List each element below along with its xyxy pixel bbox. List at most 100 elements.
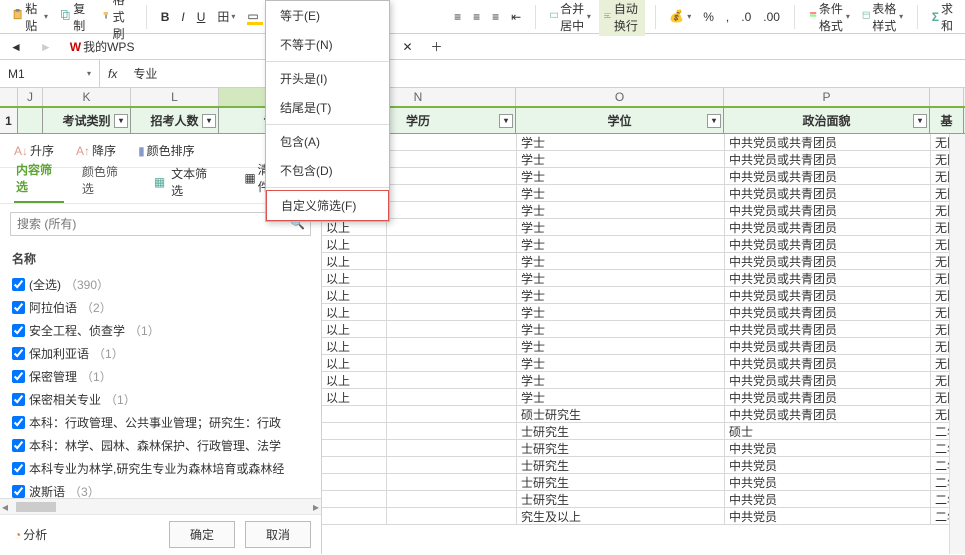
cancel-button[interactable]: 取消	[245, 521, 311, 548]
cell-o[interactable]: 学士	[517, 168, 725, 184]
table-row[interactable]: 士研究生中共党员二年	[322, 491, 965, 508]
table-row[interactable]: 究生及以上中共党员二年	[322, 508, 965, 525]
cell-n[interactable]	[322, 508, 387, 524]
checkbox[interactable]	[12, 324, 25, 337]
checkbox[interactable]	[12, 301, 25, 314]
menu-ends-with[interactable]: 结尾是(T)	[266, 93, 389, 122]
menu-equals[interactable]: 等于(E)	[266, 1, 389, 30]
cell-o[interactable]: 学士	[517, 287, 725, 303]
sum-button[interactable]: Σ 求和	[928, 0, 957, 36]
cell-p[interactable]: 中共党员或共青团员	[725, 304, 931, 320]
cell-n2[interactable]	[387, 236, 517, 252]
menu-begins-with[interactable]: 开头是(I)	[266, 64, 389, 93]
cell-n2[interactable]	[387, 355, 517, 371]
cell-n[interactable]: 以上	[322, 372, 387, 388]
cell-p[interactable]: 中共党员或共青团员	[725, 406, 931, 422]
tab-color-filter[interactable]: 颜色筛选	[80, 157, 130, 203]
cell-n2[interactable]	[387, 270, 517, 286]
cell-n[interactable]	[322, 440, 387, 456]
cell-n[interactable]: 以上	[322, 338, 387, 354]
menu-not-equals[interactable]: 不等于(N)	[266, 30, 389, 59]
cond-format-button[interactable]: 条件格式▾	[805, 0, 854, 36]
cell-n2[interactable]	[387, 168, 517, 184]
scroll-right-icon[interactable]: ▸	[313, 500, 319, 514]
percent-button[interactable]: %	[699, 8, 718, 26]
auto-wrap-button[interactable]: 自动换行	[599, 0, 645, 36]
merge-center-button[interactable]: 合并居中▾	[546, 0, 595, 36]
cell-o[interactable]: 学士	[517, 134, 725, 150]
col-header-q[interactable]	[930, 88, 964, 106]
filter-item[interactable]: 本科专业为林学,研究生专业为森林培育或森林经	[8, 457, 313, 480]
cell-n2[interactable]	[387, 406, 517, 422]
cell-o[interactable]: 学士	[517, 236, 725, 252]
table-row[interactable]: 士研究生中共党员二年	[322, 457, 965, 474]
table-row[interactable]: 学士中共党员或共青团员无限	[322, 134, 965, 151]
table-row[interactable]: 以上学士中共党员或共青团员无限	[322, 304, 965, 321]
filter-item[interactable]: 保密相关专业（1）	[8, 388, 313, 411]
cell-o[interactable]: 士研究生	[517, 440, 725, 456]
table-row[interactable]: 以上学士中共党员或共青团员无限	[322, 236, 965, 253]
cell-n2[interactable]	[387, 321, 517, 337]
cell-n2[interactable]	[387, 151, 517, 167]
cell-p[interactable]: 中共党员或共青团员	[725, 270, 931, 286]
fx-button[interactable]: fx	[100, 67, 125, 81]
filter-dropdown-p[interactable]: ▾	[913, 114, 927, 128]
table-row[interactable]: 以上学士中共党员或共青团员无限	[322, 270, 965, 287]
checkbox-select-all[interactable]	[12, 278, 25, 291]
ok-button[interactable]: 确定	[169, 521, 235, 548]
cell-n2[interactable]	[387, 491, 517, 507]
cell-n[interactable]	[322, 491, 387, 507]
cell-o[interactable]: 士研究生	[517, 474, 725, 490]
cell-o[interactable]: 学士	[517, 185, 725, 201]
cell-p[interactable]: 中共党员或共青团员	[725, 321, 931, 337]
cell-n[interactable]	[322, 457, 387, 473]
filter-dropdown-n[interactable]: ▾	[499, 114, 513, 128]
text-filter-button[interactable]: ▦ 文本筛选	[146, 161, 225, 203]
cell-n[interactable]: 以上	[322, 287, 387, 303]
filter-item-select-all[interactable]: (全选)（390）	[8, 273, 313, 296]
cell-n2[interactable]	[387, 287, 517, 303]
filter-item[interactable]: 波斯语（3）	[8, 480, 313, 498]
nav-fwd-button[interactable]: ►	[36, 38, 56, 56]
nav-back-button[interactable]: ◄	[6, 38, 26, 56]
formula-value[interactable]: 专业	[125, 65, 165, 82]
cell-o[interactable]: 士研究生	[517, 491, 725, 507]
filter-item[interactable]: 阿拉伯语（2）	[8, 296, 313, 319]
table-row[interactable]: 学士中共党员或共青团员无限	[322, 168, 965, 185]
indent-button[interactable]: ⇤	[507, 8, 525, 26]
copy-button[interactable]: 复制	[56, 0, 94, 36]
table-row[interactable]: 以上学士中共党员或共青团员无限	[322, 372, 965, 389]
comma-button[interactable]: ,	[722, 8, 733, 26]
cell-n2[interactable]	[387, 304, 517, 320]
cell-o[interactable]: 学士	[517, 372, 725, 388]
cell-o[interactable]: 学士	[517, 151, 725, 167]
filter-item[interactable]: 本科：行政管理、公共事业管理；研究生：行政	[8, 411, 313, 434]
cell-p[interactable]: 中共党员或共青团员	[725, 372, 931, 388]
col-header-k[interactable]: K	[43, 88, 131, 106]
col-header-j[interactable]: J	[18, 88, 43, 106]
cell-p[interactable]: 中共党员或共青团员	[725, 253, 931, 269]
cell-n2[interactable]	[387, 389, 517, 405]
cell-o[interactable]: 士研究生	[517, 457, 725, 473]
filter-hscrollbar[interactable]: ◂ ▸	[0, 498, 321, 514]
checkbox[interactable]	[12, 485, 25, 498]
cell-p[interactable]: 中共党员或共青团员	[725, 168, 931, 184]
cell-n[interactable]: 以上	[322, 236, 387, 252]
row-header-1[interactable]: 1	[0, 108, 18, 133]
checkbox[interactable]	[12, 393, 25, 406]
cell-n2[interactable]	[387, 474, 517, 490]
checkbox[interactable]	[12, 370, 25, 383]
filter-dropdown-o[interactable]: ▾	[707, 114, 721, 128]
cell-n2[interactable]	[387, 440, 517, 456]
table-row[interactable]: 士研究生硕士二年	[322, 423, 965, 440]
close-tab-button[interactable]: ✕	[398, 38, 416, 56]
table-row[interactable]: 以上学士中共党员或共青团员无限	[322, 389, 965, 406]
align-left-button[interactable]: ≡	[450, 8, 465, 26]
color-sort-button[interactable]: ▮ 颜色排序	[134, 140, 199, 161]
filter-list[interactable]: (全选)（390） 阿拉伯语（2）安全工程、侦查学（1）保加利亚语（1）保密管理…	[0, 273, 321, 498]
align-right-button[interactable]: ≡	[488, 8, 503, 26]
table-style-button[interactable]: 表格样式▾	[858, 0, 907, 36]
bold-button[interactable]: B	[157, 8, 174, 26]
cell-n2[interactable]	[387, 185, 517, 201]
filter-item[interactable]: 本科：林学、园林、森林保护、行政管理、法学	[8, 434, 313, 457]
